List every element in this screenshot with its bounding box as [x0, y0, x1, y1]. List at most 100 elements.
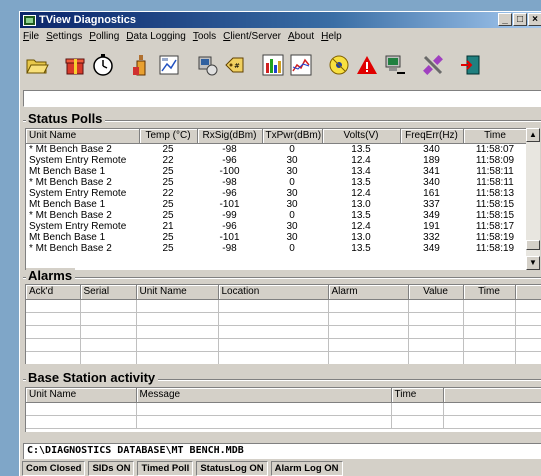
cell-time: 11:58:09: [475, 154, 515, 166]
col-alarm[interactable]: Alarm: [328, 285, 409, 300]
table-row[interactable]: System Entry Remote 22 -96 30 12.4 189 11:58:0…: [26, 155, 526, 166]
cell-temp: 25: [162, 143, 174, 155]
table-row[interactable]: Mt Bench Base 1 25 -101 30 13.0 337 11:58:15: [26, 199, 526, 210]
col-txpwr[interactable]: TxPwr(dBm): [262, 129, 323, 144]
table-row[interactable]: * Mt Bench Base 2 25 -98 0 13.5 340 11:58:07: [26, 143, 526, 155]
status-bar: Com Closed SIDs ON Timed Poll StatusLog …: [20, 460, 541, 476]
col-rxsig[interactable]: RxSig(dBm): [197, 129, 263, 144]
cell-volts: 12.4: [351, 154, 371, 166]
close-button[interactable]: ×: [528, 13, 541, 26]
timer-icon[interactable]: [90, 52, 116, 78]
base-station-table[interactable]: Unit Name Message Time: [25, 387, 541, 432]
col-ackd[interactable]: Ack'd: [26, 285, 81, 300]
col-message[interactable]: Message: [136, 388, 392, 403]
window-title: TView Diagnostics: [39, 14, 136, 26]
menu-settings[interactable]: Settings: [46, 31, 82, 42]
col-bs-time[interactable]: Time: [391, 388, 444, 403]
alarms-title: Alarms: [26, 268, 76, 283]
table-row: [26, 338, 541, 352]
cell-volts: 13.5: [351, 176, 371, 188]
menu-polling[interactable]: Polling: [89, 31, 119, 42]
cell-freqerr: 341: [423, 165, 440, 177]
col-time[interactable]: Time: [463, 129, 526, 144]
col-value[interactable]: Value: [408, 285, 464, 300]
satellite-icon[interactable]: [420, 52, 446, 78]
table-row: [26, 312, 541, 326]
cell-freqerr: 191: [423, 220, 440, 232]
col-alarm-unit-name[interactable]: Unit Name: [136, 285, 219, 300]
cell-rxsig: -100: [219, 165, 240, 177]
computer-disk-icon[interactable]: [194, 52, 220, 78]
scroll-thumb[interactable]: [526, 240, 540, 250]
table-row[interactable]: * Mt Bench Base 2 25 -99 0 13.5 349 11:58:15: [26, 210, 526, 221]
cell-time: 11:58:19: [475, 242, 515, 254]
scroll-up-button[interactable]: ▲: [526, 128, 540, 142]
alarms-table[interactable]: Ack'd Serial Unit Name Location Alarm Va…: [25, 284, 541, 364]
cell-freqerr: 161: [423, 187, 440, 199]
cell-txpwr: 30: [286, 165, 298, 177]
menu-about[interactable]: About: [288, 31, 314, 42]
table-row[interactable]: * Mt Bench Base 2 25 -98 0 13.5 349 11:58:19: [26, 243, 526, 254]
cell-unit-name: Mt Bench Base 1: [29, 165, 106, 177]
status-polls-scrollbar[interactable]: ▲ ▼: [526, 128, 540, 270]
exit-door-icon[interactable]: [458, 52, 484, 78]
cell-time: 11:58:19: [475, 231, 515, 243]
table-row: [26, 325, 541, 339]
cell-freqerr: 349: [423, 209, 440, 221]
table-row[interactable]: System Entry Remote 22 -96 30 12.4 161 11:58:1…: [26, 188, 526, 199]
cell-rxsig: -98: [222, 176, 237, 188]
alert-triangle-icon[interactable]: [354, 52, 380, 78]
menu-client-server[interactable]: Client/Server: [223, 31, 281, 42]
bottle-icon[interactable]: [128, 52, 154, 78]
cell-temp: 25: [162, 198, 174, 210]
scroll-down-button[interactable]: ▼: [526, 256, 540, 270]
minimize-button[interactable]: _: [498, 13, 512, 26]
cell-rxsig: -98: [222, 242, 237, 254]
cell-time: 11:58:11: [476, 165, 514, 177]
col-serial[interactable]: Serial: [80, 285, 137, 300]
table-row[interactable]: Mt Bench Base 1 25 -100 30 13.4 341 11:58:11: [26, 166, 526, 177]
alarms-divider: [23, 277, 541, 279]
line-chart-icon[interactable]: [288, 52, 314, 78]
menu-tools[interactable]: Tools: [193, 31, 216, 42]
status-polls-table[interactable]: Unit Name Temp (°C) RxSig(dBm) TxPwr(dBm…: [25, 128, 526, 270]
table-row[interactable]: System Entry Remote 21 -96 30 12.4 191 11:58:1…: [26, 221, 526, 232]
cell-txpwr: 30: [286, 198, 298, 210]
cell-unit-name: * Mt Bench Base 2: [29, 209, 112, 221]
cell-volts: 13.5: [351, 143, 371, 155]
bar-chart-icon[interactable]: [260, 52, 286, 78]
command-input[interactable]: [23, 90, 541, 107]
radio-signal-icon[interactable]: [326, 52, 352, 78]
title-bar[interactable]: TView Diagnostics _ □ ×: [20, 12, 541, 28]
col-volts[interactable]: Volts(V): [322, 129, 401, 144]
col-location[interactable]: Location: [218, 285, 329, 300]
maximize-button[interactable]: □: [513, 13, 527, 26]
table-row[interactable]: * Mt Bench Base 2 25 -98 0 13.5 340 11:58:11: [26, 177, 526, 188]
cell-temp: 22: [162, 154, 174, 166]
cell-volts: 13.4: [351, 165, 371, 177]
gift-box-icon[interactable]: [62, 52, 88, 78]
menu-data-logging[interactable]: Data Logging: [126, 31, 186, 42]
col-alarm-time[interactable]: Time: [463, 285, 516, 300]
menu-help[interactable]: Help: [321, 31, 342, 42]
table-row: [26, 402, 541, 416]
cell-time: 11:58:11: [476, 176, 514, 188]
cell-txpwr: 30: [286, 187, 298, 199]
cell-temp: 22: [162, 187, 174, 199]
menu-file[interactable]: File: [23, 31, 39, 42]
status-polls-title: Status Polls: [26, 111, 106, 126]
col-freqerr[interactable]: FreqErr(Hz): [400, 129, 464, 144]
network-pc-icon[interactable]: [382, 52, 408, 78]
table-row[interactable]: Mt Bench Base 1 25 -101 30 13.0 332 11:58:19: [26, 232, 526, 243]
status-timed-poll: Timed Poll: [137, 461, 194, 476]
image-chart-icon[interactable]: [156, 52, 182, 78]
tag-icon[interactable]: #: [222, 52, 248, 78]
col-bs-unit-name[interactable]: Unit Name: [26, 388, 137, 403]
cell-rxsig: -101: [219, 231, 240, 243]
col-temp[interactable]: Temp (°C): [139, 129, 198, 144]
cell-unit-name: System Entry Remote: [29, 220, 127, 232]
col-unit-name[interactable]: Unit Name: [26, 129, 140, 144]
open-folder-icon[interactable]: [24, 52, 50, 78]
cell-unit-name: Mt Bench Base 1: [29, 231, 106, 243]
menu-bar: File Settings Polling Data Logging Tools…: [20, 28, 541, 45]
